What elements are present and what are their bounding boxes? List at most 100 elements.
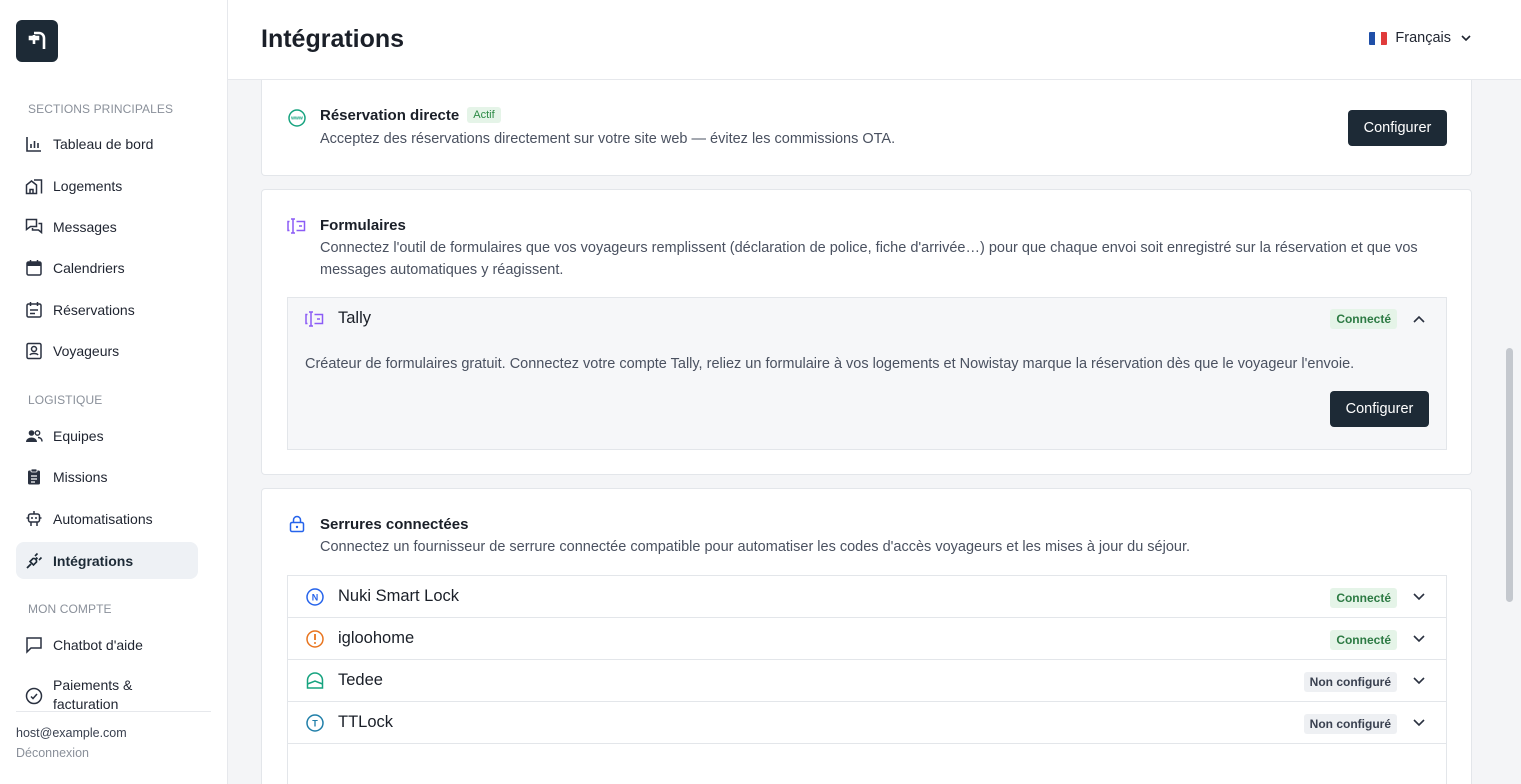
sidebar-item-label: Paiements & facturation: [53, 677, 133, 710]
tedee-icon: [305, 671, 325, 691]
svg-text:N: N: [312, 593, 319, 603]
sidebar-item-automatisations[interactable]: Automatisations: [16, 500, 198, 537]
chevron-down-icon[interactable]: [1412, 674, 1426, 688]
igloohome-icon: [305, 629, 325, 649]
language-label: Français: [1395, 30, 1451, 46]
provider-next-partial[interactable]: [287, 743, 1447, 784]
provider-tally: Tally Connecté Créateur de formulaires g…: [287, 297, 1447, 450]
chevron-down-icon[interactable]: [1412, 632, 1426, 646]
card-forms: Formulaires Connectez l'outil de formula…: [261, 189, 1472, 475]
status-badge: Connecté: [1330, 588, 1397, 608]
robot-icon: [24, 509, 44, 529]
sidebar-item-dashboard[interactable]: Tableau de bord: [16, 125, 198, 162]
sidebar-item-label: Messages: [53, 218, 117, 235]
chevron-up-icon[interactable]: [1412, 312, 1426, 326]
provider-nuki[interactable]: N Nuki Smart Lock Connecté: [287, 575, 1447, 618]
buildings-icon: [24, 176, 44, 196]
section-label-logistique: LOGISTIQUE: [28, 393, 103, 407]
ttlock-icon: T: [305, 713, 325, 733]
status-badge: Non configuré: [1303, 714, 1397, 734]
status-badge: Connecté: [1330, 309, 1397, 329]
chevron-down-icon: [1461, 35, 1471, 41]
card-title: Réservation directe: [320, 107, 460, 124]
sidebar-item-label: Tableau de bord: [53, 135, 154, 152]
section-label-main: SECTIONS PRINCIPALES: [28, 102, 174, 116]
card-title: Serrures connectées: [320, 516, 469, 533]
status-badge: Connecté: [1330, 630, 1397, 650]
sidebar-item-integrations[interactable]: Intégrations: [16, 542, 198, 579]
language-selector[interactable]: Français: [1369, 30, 1471, 46]
reservations-icon: [24, 300, 44, 320]
card-direct-booking: www Réservation directe Actif Acceptez de…: [261, 80, 1472, 176]
card-title: Formulaires: [320, 217, 406, 234]
svg-text:www: www: [290, 116, 303, 122]
chat-icon: [24, 217, 44, 237]
card-description: Connectez un fournisseur de serrure conn…: [320, 539, 1191, 555]
tally-form-icon: [305, 309, 325, 329]
plug-icon: [24, 551, 44, 571]
provider-name: Tally: [338, 309, 372, 327]
provider-header[interactable]: Tally Connecté: [288, 298, 1446, 340]
sidebar-item-reservations[interactable]: Réservations: [16, 291, 198, 328]
provider-name: Nuki Smart Lock: [338, 587, 460, 605]
www-globe-icon: www: [287, 108, 307, 128]
scrollbar-thumb[interactable]: [1506, 348, 1513, 602]
payments-icon: [24, 686, 44, 706]
sidebar-item-messages[interactable]: Messages: [16, 208, 198, 245]
sidebar-nav: SECTIONS PRINCIPALES Tableau de bord Log…: [0, 90, 227, 710]
sidebar-item-label: Logements: [53, 177, 123, 194]
section-label-compte: MON COMPTE: [28, 602, 112, 616]
logo-icon: [28, 31, 46, 49]
page-header: Intégrations Français: [228, 0, 1521, 80]
page-title: Intégrations: [261, 25, 405, 53]
clipboard-icon: [24, 467, 44, 487]
chevron-down-icon[interactable]: [1412, 590, 1426, 604]
provider-name: igloohome: [338, 629, 415, 647]
provider-igloohome[interactable]: igloohome Connecté: [287, 617, 1447, 660]
sidebar-item-logements[interactable]: Logements: [16, 167, 198, 204]
main-content: www Réservation directe Actif Acceptez de…: [228, 80, 1521, 784]
france-flag-icon: [1369, 31, 1388, 45]
card-description: Connectez l'outil de formulaires que vos…: [320, 240, 1418, 278]
sidebar-item-voyageurs[interactable]: Voyageurs: [16, 332, 198, 369]
sidebar-item-missions[interactable]: Missions: [16, 458, 198, 495]
sidebar-item-label: Intégrations: [53, 552, 134, 569]
calendar-icon: [24, 258, 44, 278]
sidebar-item-label: Equipes: [53, 427, 104, 444]
card-smart-locks: Serrures connectées Connectez un fournis…: [261, 488, 1472, 784]
lock-icon: [287, 514, 307, 534]
sidebar-item-chatbot[interactable]: Chatbot d'aide: [16, 626, 198, 663]
team-icon: [24, 426, 44, 446]
sidebar: SECTIONS PRINCIPALES Tableau de bord Log…: [0, 0, 228, 784]
nuki-icon: N: [305, 587, 325, 607]
app-logo[interactable]: [16, 20, 58, 62]
sidebar-item-label: Réservations: [53, 301, 135, 318]
sidebar-item-calendriers[interactable]: Calendriers: [16, 249, 198, 286]
chevron-down-icon[interactable]: [1412, 716, 1426, 730]
logout-link[interactable]: Déconnexion: [16, 746, 89, 760]
sidebar-footer: host@example.com Déconnexion: [16, 711, 211, 762]
bar-chart-icon: [24, 134, 44, 154]
card-description: Acceptez des réservations directement su…: [320, 131, 896, 147]
configure-tally-button[interactable]: Configurer: [1330, 391, 1429, 427]
provider-tedee[interactable]: Tedee Non configuré: [287, 659, 1447, 702]
guest-icon: [24, 341, 44, 361]
user-email: host@example.com: [16, 726, 127, 740]
provider-ttlock[interactable]: T TTLock Non configuré: [287, 701, 1447, 744]
sidebar-item-paiements[interactable]: Paiements & facturation: [16, 668, 198, 710]
sidebar-item-label: Chatbot d'aide: [53, 636, 143, 653]
provider-name: TTLock: [338, 713, 394, 731]
sidebar-item-equipes[interactable]: Equipes: [16, 417, 198, 454]
content-scrollbar[interactable]: [1506, 112, 1513, 752]
sidebar-item-label: Missions: [53, 468, 108, 485]
provider-name: Tedee: [338, 671, 383, 689]
form-icon: [287, 216, 307, 236]
sidebar-item-label: Voyageurs: [53, 342, 120, 359]
status-badge: Non configuré: [1303, 672, 1397, 692]
provider-description: Créateur de formulaires gratuit. Connect…: [305, 356, 1355, 372]
svg-text:T: T: [312, 719, 318, 729]
chat-bubble-icon: [24, 635, 44, 655]
card-title-row: Réservation directe Actif: [320, 107, 501, 124]
sidebar-item-label: Automatisations: [53, 510, 153, 527]
configure-button[interactable]: Configurer: [1348, 110, 1447, 146]
